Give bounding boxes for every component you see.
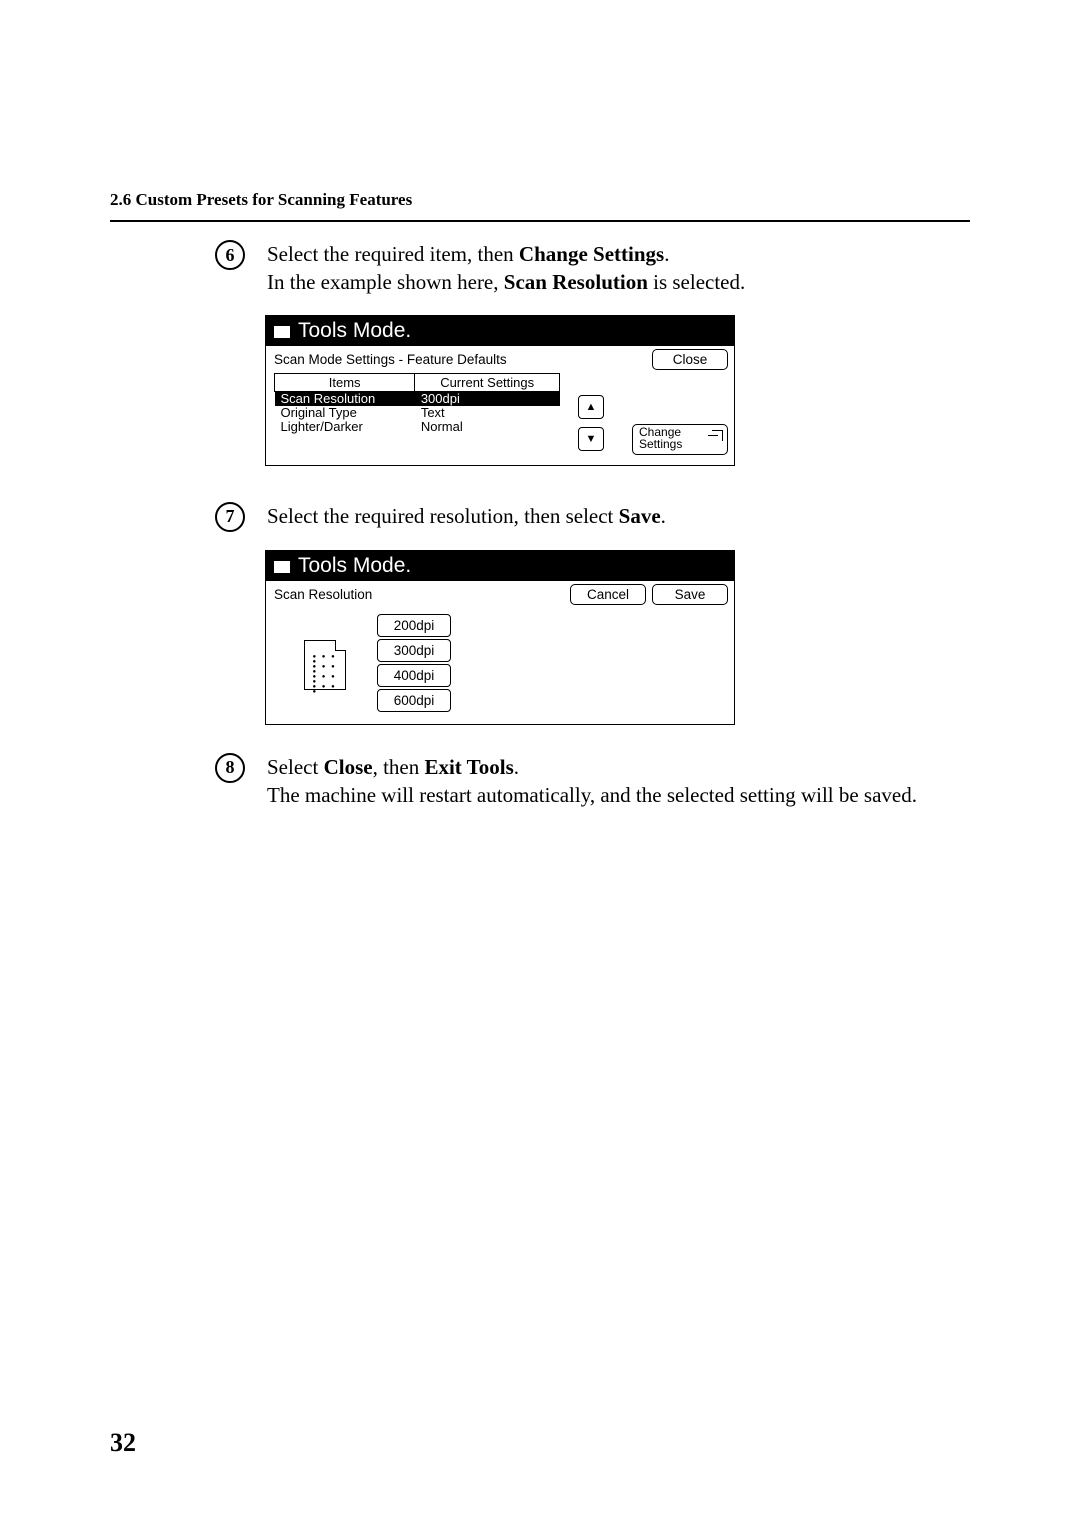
step8-text: Select Close, then Exit Tools. The machi… [267, 753, 917, 810]
table-row[interactable]: Original Type Text [275, 406, 560, 420]
step6-text-part2: . [664, 242, 669, 266]
item-cell: Original Type [275, 406, 415, 420]
scroll-up-button[interactable]: ▲ [578, 395, 604, 419]
close-button[interactable]: Close [652, 349, 728, 370]
step7-text: Select the required resolution, then sel… [267, 502, 666, 530]
value-cell: Text [415, 406, 560, 420]
step8-line2: The machine will restart automatically, … [267, 783, 917, 807]
document-icon: ● ● ● ●● ● ● ●● ● ● ●● ● ● ● [304, 640, 346, 690]
tools-mode-panel-1: Tools Mode. Scan Mode Settings - Feature… [265, 315, 735, 466]
step7-bold: Save [619, 504, 661, 528]
panel1-subhead: Scan Mode Settings - Feature Defaults [274, 352, 646, 367]
panel2-title-bar: Tools Mode. [266, 551, 734, 581]
panel2-title-text: Tools Mode. [298, 554, 411, 578]
tools-icon [274, 324, 292, 338]
col-header-current: Current Settings [415, 373, 560, 391]
resolution-option-400dpi[interactable]: 400dpi [377, 664, 451, 687]
step-number-6: 6 [215, 240, 245, 270]
resolution-option-300dpi[interactable]: 300dpi [377, 639, 451, 662]
col-header-items: Items [275, 373, 415, 391]
step7-text-part2: . [661, 504, 666, 528]
step7-text-part1: Select the required resolution, then sel… [267, 504, 619, 528]
step8-bold2: Exit Tools [424, 755, 513, 779]
tools-mode-panel-2: Tools Mode. Scan Resolution Cancel Save … [265, 550, 735, 725]
step8-part1: Select [267, 755, 324, 779]
resolution-option-600dpi[interactable]: 600dpi [377, 689, 451, 712]
scroll-down-button[interactable]: ▼ [578, 427, 604, 451]
page-number: 32 [110, 1428, 136, 1458]
table-row[interactable]: Lighter/Darker Normal [275, 420, 560, 434]
step8-bold1: Close [324, 755, 373, 779]
panel1-title-bar: Tools Mode. [266, 316, 734, 346]
settings-table: Items Current Settings Scan Resolution 3… [274, 373, 560, 434]
step8-part3: . [514, 755, 519, 779]
step6-bold1: Change Settings [519, 242, 664, 266]
section-header: 2.6 Custom Presets for Scanning Features [110, 190, 970, 222]
value-cell: 300dpi [415, 391, 560, 406]
value-cell: Normal [415, 420, 560, 434]
item-cell: Scan Resolution [275, 391, 415, 406]
step-number-8: 8 [215, 753, 245, 783]
panel2-subhead: Scan Resolution [274, 587, 564, 602]
step6-text: Select the required item, then Change Se… [267, 240, 745, 297]
table-row[interactable]: Scan Resolution 300dpi [275, 391, 560, 406]
step-number-7: 7 [215, 502, 245, 532]
panel1-title-text: Tools Mode. [298, 319, 411, 343]
item-cell: Lighter/Darker [275, 420, 415, 434]
step6-text2-part1: In the example shown here, [267, 270, 504, 294]
change-settings-button[interactable]: Change Settings [632, 424, 728, 455]
step6-text-part1: Select the required item, then [267, 242, 519, 266]
change-line2: Settings [639, 437, 682, 451]
tools-icon [274, 559, 292, 573]
arrow-right-icon [712, 430, 723, 441]
step6-bold2: Scan Resolution [504, 270, 648, 294]
step6-text2-part2: is selected. [648, 270, 745, 294]
cancel-button[interactable]: Cancel [570, 584, 646, 605]
step8-part2: , then [373, 755, 425, 779]
save-button[interactable]: Save [652, 584, 728, 605]
resolution-option-200dpi[interactable]: 200dpi [377, 614, 451, 637]
